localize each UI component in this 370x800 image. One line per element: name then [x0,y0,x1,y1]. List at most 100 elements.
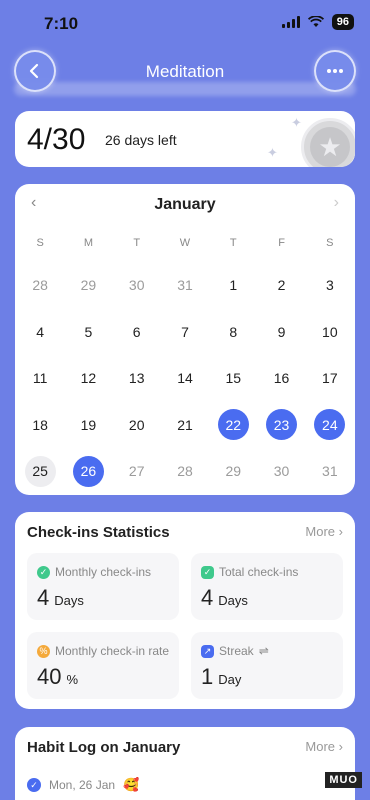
calendar-day[interactable]: 15 [209,355,257,402]
swap-icon[interactable]: ⇌ [259,644,269,658]
day-number: 30 [128,277,145,294]
day-number: 6 [132,323,141,340]
streak-unit: Day [218,672,242,687]
day-number: 20 [128,416,145,433]
day-number: 5 [84,323,93,340]
day-number: 10 [322,323,338,340]
day-number: 12 [80,370,97,387]
calendar-day[interactable]: 31 [161,262,209,309]
medal-badge[interactable]: ★ [301,118,355,167]
weekday-row: SMTWTFS [15,237,355,249]
day-number: 16 [273,370,290,387]
log-entry[interactable]: ✓ Mon, 26 Jan 🥰 [27,777,139,793]
day-number: 30 [273,463,290,480]
monthly-rate-tile[interactable]: % Monthly check-in rate 40 % [27,632,179,699]
calendar-day[interactable]: 20 [113,402,161,449]
header-glow [14,82,356,96]
day-number: 29 [80,277,97,294]
days-left-label: 26 days left [105,132,177,148]
weekday-label: T [133,237,141,249]
day-number: 3 [325,277,334,294]
calendar-day[interactable]: 26 [64,448,112,495]
top-nav: Meditation [0,44,370,100]
watermark-logo: MUO [325,772,362,788]
calendar-day[interactable]: 11 [16,355,64,402]
calendar-day[interactable]: 29 [209,448,257,495]
calendar-day[interactable]: 28 [16,262,64,309]
stats-card: Check-ins Statistics More › ✓ Monthly ch… [15,512,355,709]
calendar-day[interactable]: 13 [113,355,161,402]
monthly-rate-label: Monthly check-in rate [55,644,170,658]
calendar-day[interactable]: 27 [113,448,161,495]
total-checkins-tile[interactable]: ✓ Total check-ins 4 Days [191,553,343,620]
monthly-checkins-unit: Days [54,593,84,608]
day-number: 25 [24,455,56,487]
stats-more-link[interactable]: More › [305,524,343,539]
check-badge-icon: ✓ [37,565,50,579]
more-label: More [305,739,336,754]
status-time: 7:10 [44,14,79,33]
calendar-day[interactable]: 5 [64,309,112,356]
calendar-day[interactable]: 23 [257,402,305,449]
calendar-day[interactable]: 29 [64,262,112,309]
calendar-day[interactable]: 18 [16,402,64,449]
streak-value: 1 [201,664,214,689]
day-number: 29 [225,463,242,480]
more-options-button[interactable] [314,50,356,92]
calendar-day[interactable]: 7 [161,309,209,356]
stat-label: ↗ Streak ⇌ [201,644,269,658]
calendar-day[interactable]: 19 [64,402,112,449]
day-number: 8 [229,323,238,340]
day-number: 14 [177,370,193,387]
calendar-card: ‹ January › SMTWTFS 28 29 30 31 1 2 3 4 5 6 7 8 9 10 1… [15,184,355,495]
calendar-day[interactable]: 25 [16,448,64,495]
calendar-day[interactable]: 31 [306,448,354,495]
day-number: 18 [32,416,48,433]
day-number: 1 [229,277,238,294]
calendar-day[interactable]: 30 [113,262,161,309]
calendar-day[interactable]: 21 [161,402,209,449]
weekday-label: T [229,237,237,249]
more-horizontal-icon [327,69,343,73]
calendar-day[interactable]: 24 [306,402,354,449]
stat-value: 4 Days [37,585,84,611]
calendar-day[interactable]: 14 [161,355,209,402]
calendar-day[interactable]: 30 [257,448,305,495]
check-icon: ✓ [27,778,41,792]
calendar-day[interactable]: 1 [209,262,257,309]
calendar-header: ‹ January › [15,194,355,218]
calendar-day[interactable]: 4 [16,309,64,356]
stat-value: 1 Day [201,664,241,690]
day-number: 17 [322,370,338,387]
signal-icon [281,16,300,28]
habit-log-more-link[interactable]: More › [305,739,343,754]
stat-value: 4 Days [201,585,248,611]
log-entry-date: Mon, 26 Jan [49,778,116,792]
day-number: 23 [266,409,298,441]
calendar-day[interactable]: 22 [209,402,257,449]
weekday-label: W [179,237,191,249]
calendar-day[interactable]: 10 [306,309,354,356]
calendar-day[interactable]: 2 [257,262,305,309]
next-month-button[interactable]: › [334,194,339,212]
day-number: 31 [322,463,338,480]
wifi-icon [307,16,324,27]
calendar-day[interactable]: 28 [161,448,209,495]
weekday-label: M [83,237,93,249]
calendar-day[interactable]: 16 [257,355,305,402]
day-number: 11 [32,370,48,387]
trend-icon: ↗ [201,644,214,658]
calendar-day[interactable]: 17 [306,355,354,402]
calendar-grid: 28 29 30 31 1 2 3 4 5 6 7 8 9 10 11 12 13 14 15 16 17 18 19 20 2… [15,262,355,495]
calendar-day[interactable]: 12 [64,355,112,402]
sparkle-icon: ✦ [267,145,278,160]
streak-tile[interactable]: ↗ Streak ⇌ 1 Day [191,632,343,699]
stats-title: Check-ins Statistics [27,524,170,541]
calendar-day[interactable]: 6 [113,309,161,356]
calendar-day[interactable]: 8 [209,309,257,356]
calendar-day[interactable]: 9 [257,309,305,356]
monthly-rate-value: 40 [37,664,62,689]
day-number: 2 [277,277,286,294]
monthly-checkins-tile[interactable]: ✓ Monthly check-ins 4 Days [27,553,179,620]
calendar-day[interactable]: 3 [306,262,354,309]
